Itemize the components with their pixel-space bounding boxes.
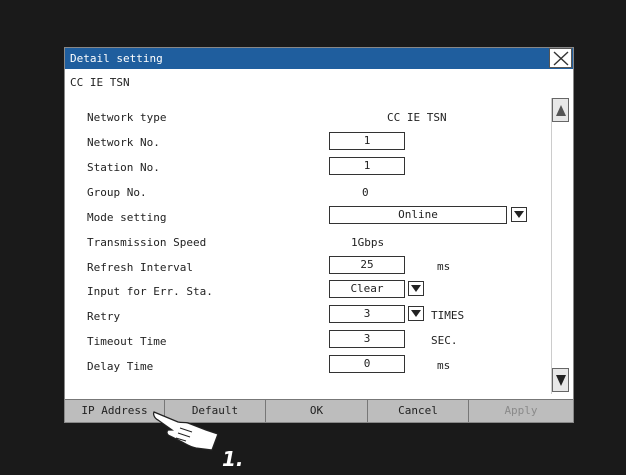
close-button[interactable] — [549, 48, 572, 68]
refresh-interval-unit: ms — [437, 260, 451, 273]
apply-button[interactable]: Apply — [469, 400, 573, 422]
retry-select[interactable]: 3 — [329, 305, 405, 323]
retry-unit: TIMES — [431, 309, 465, 322]
delay-time-label: Delay Time — [87, 360, 154, 373]
hand-pointer-icon — [152, 411, 219, 451]
group-no-value: 0 — [362, 186, 369, 199]
scroll-up-button[interactable] — [552, 98, 569, 122]
screen: { "dialog": { "title": "Detail setting",… — [0, 0, 626, 475]
dialog-title: Detail setting — [70, 52, 163, 65]
station-no-field[interactable]: 1 — [329, 157, 405, 175]
retry-label: Retry — [87, 310, 121, 323]
mode-setting-label: Mode setting — [87, 211, 167, 224]
delay-time-field[interactable]: 0 — [329, 355, 405, 373]
mode-setting-select[interactable]: Online — [329, 206, 507, 224]
button-bar: IP Address Default OK Cancel Apply — [65, 399, 573, 422]
arrow-up-icon — [556, 105, 566, 116]
delay-time-unit: ms — [437, 359, 451, 372]
network-no-field[interactable]: 1 — [329, 132, 405, 150]
triangle-down-icon — [411, 310, 421, 317]
transmission-speed-label: Transmission Speed — [87, 236, 207, 249]
ip-address-button[interactable]: IP Address — [65, 400, 165, 422]
input-err-sta-select[interactable]: Clear — [329, 280, 405, 298]
station-no-label: Station No. — [87, 161, 160, 174]
network-type-value: CC IE TSN — [387, 111, 447, 124]
timeout-time-unit: SEC. — [431, 334, 458, 347]
timeout-time-field[interactable]: 3 — [329, 330, 405, 348]
triangle-down-icon — [411, 285, 421, 292]
refresh-interval-field[interactable]: 25 — [329, 256, 405, 274]
group-no-label: Group No. — [87, 186, 147, 199]
triangle-down-icon — [514, 211, 524, 218]
arrow-down-icon — [556, 375, 566, 386]
mode-setting-dropdown-button[interactable] — [511, 207, 527, 222]
refresh-interval-label: Refresh Interval — [87, 261, 193, 274]
input-err-sta-dropdown-button[interactable] — [408, 281, 424, 296]
transmission-speed-value: 1Gbps — [351, 236, 385, 249]
detail-setting-dialog: Detail setting CC IE TSN Network type CC… — [64, 47, 574, 423]
timeout-time-label: Timeout Time — [87, 335, 167, 348]
network-no-label: Network No. — [87, 136, 160, 149]
scroll-down-button[interactable] — [552, 368, 569, 392]
step-number: 1. — [222, 447, 244, 471]
title-bar: Detail setting — [65, 48, 573, 69]
retry-dropdown-button[interactable] — [408, 306, 424, 321]
section-title: CC IE TSN — [70, 76, 130, 89]
cancel-button[interactable]: Cancel — [368, 400, 469, 422]
vertical-scrollbar[interactable] — [551, 98, 569, 394]
close-icon — [553, 51, 569, 66]
input-err-sta-label: Input for Err. Sta. — [87, 285, 213, 298]
network-type-label: Network type — [87, 111, 167, 124]
ok-button[interactable]: OK — [266, 400, 368, 422]
